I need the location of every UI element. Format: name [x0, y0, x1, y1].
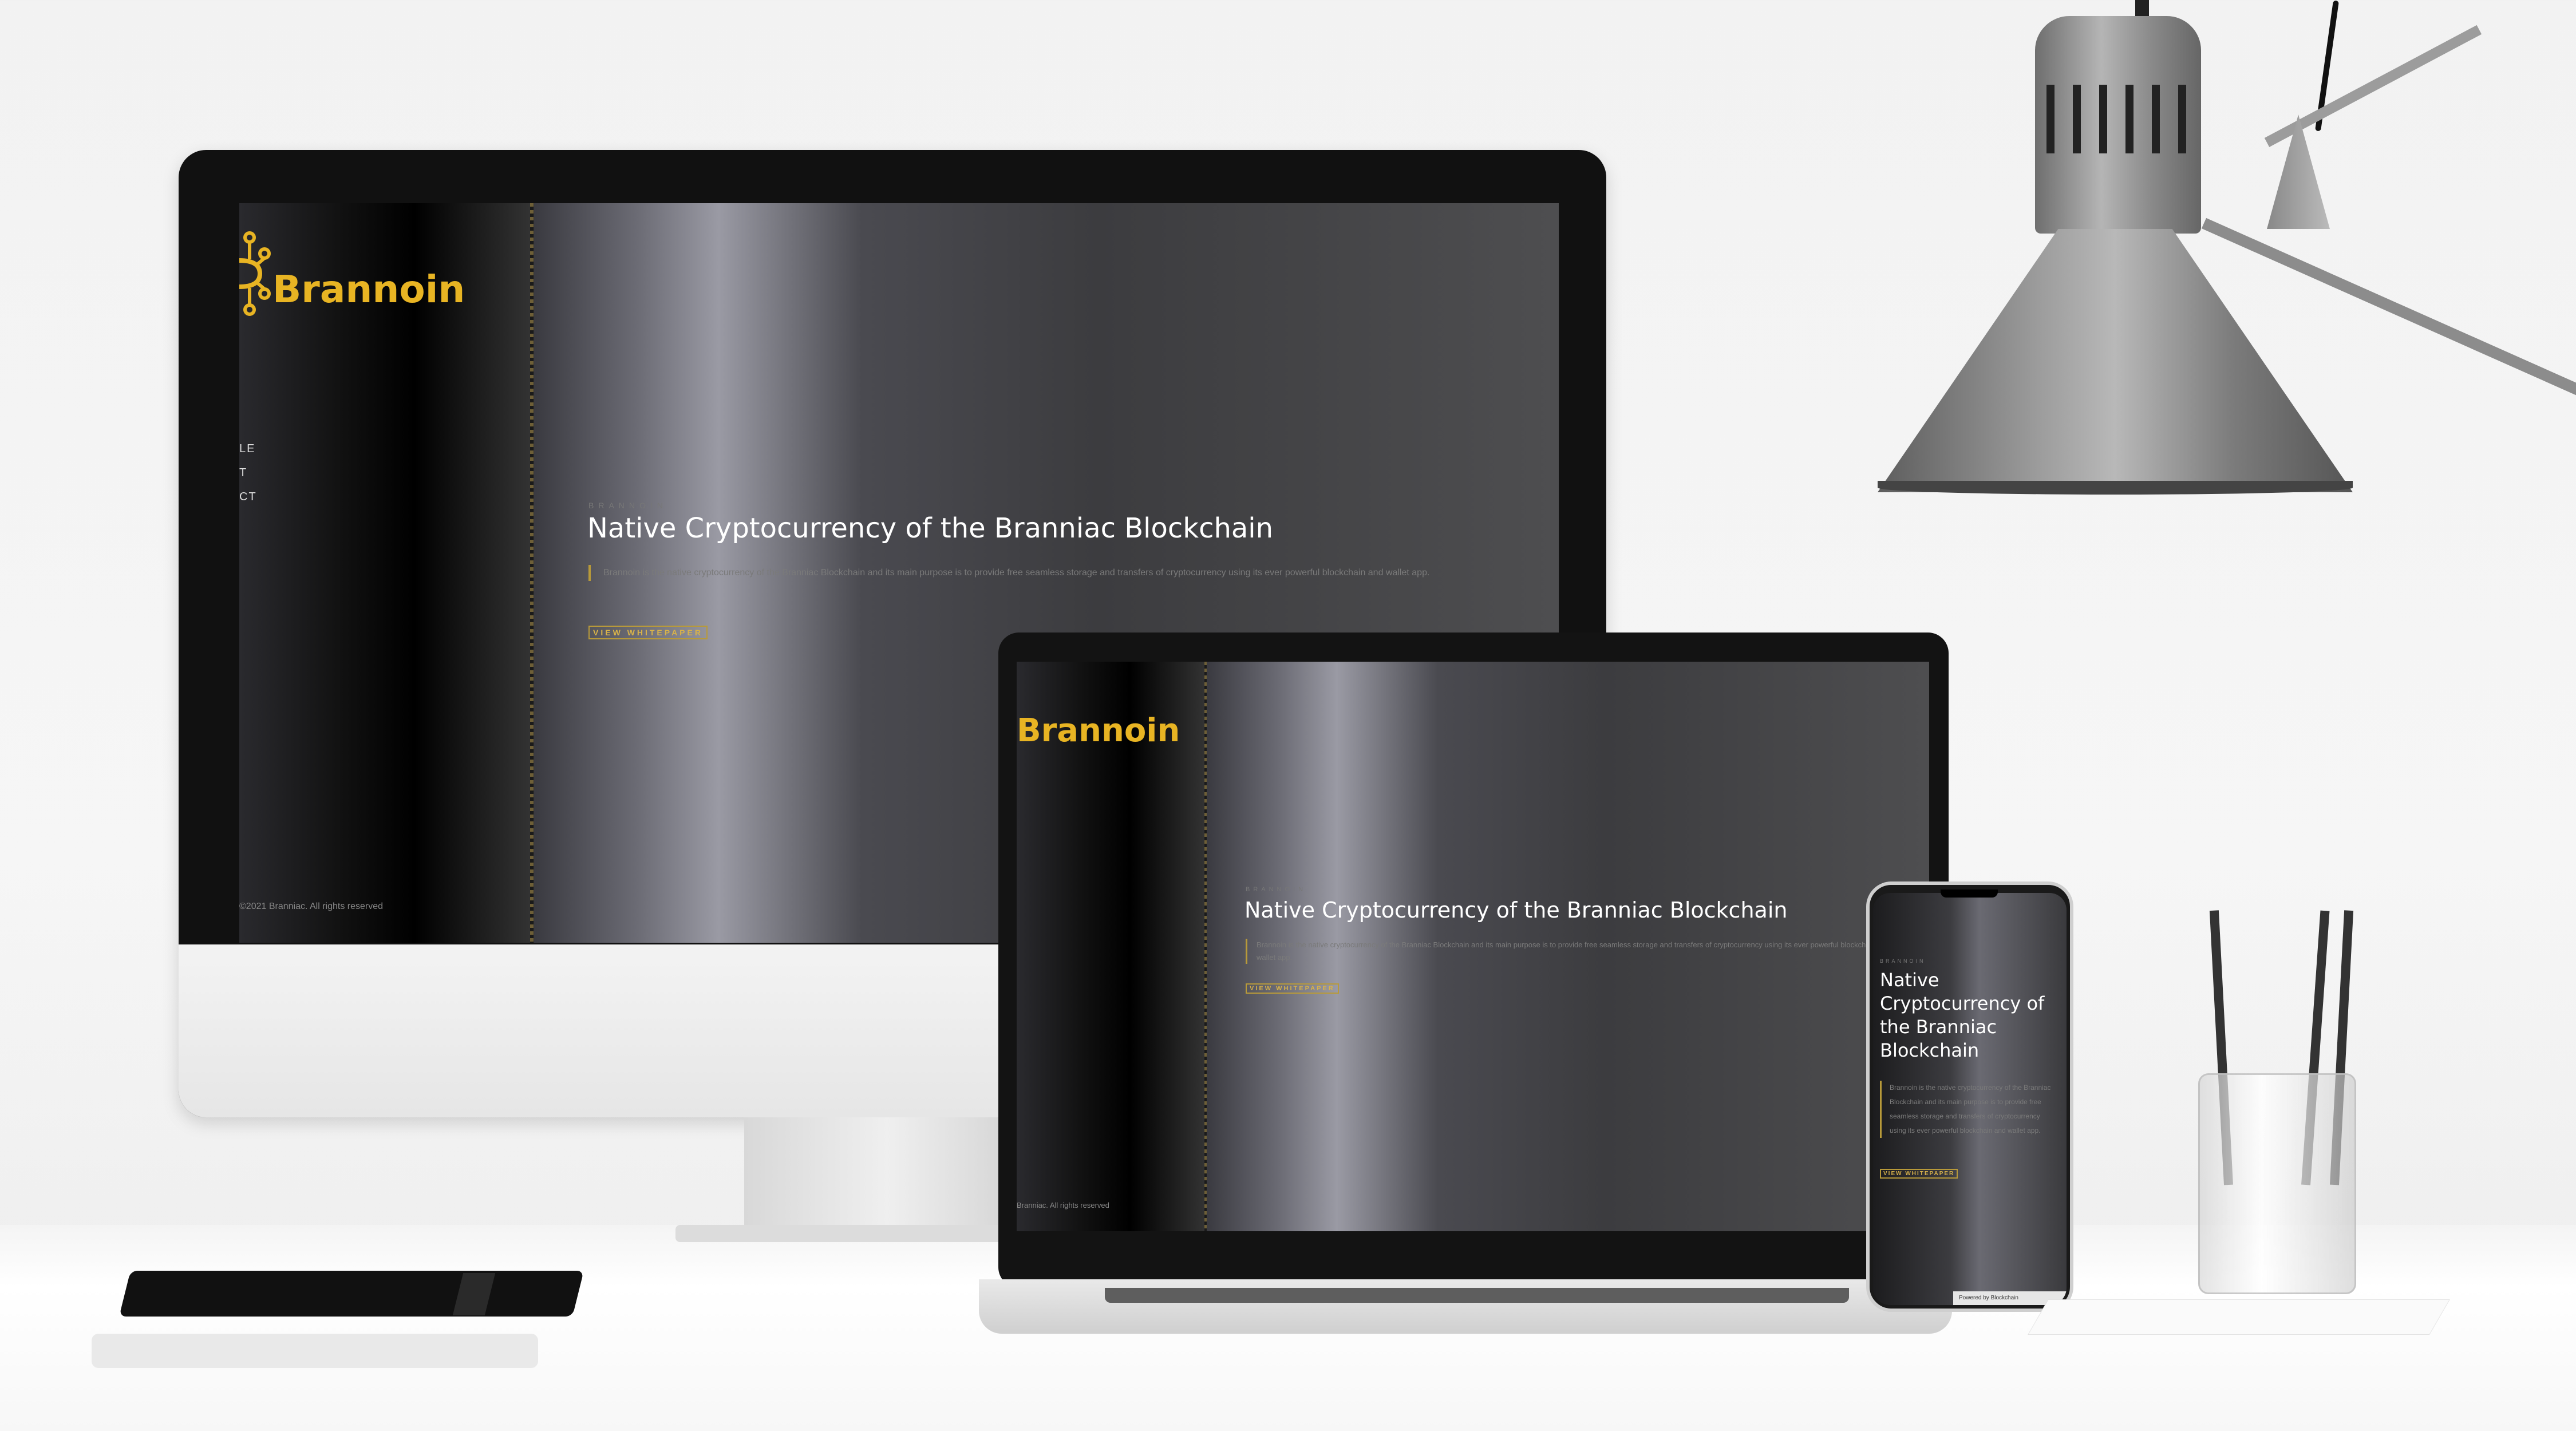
view-whitepaper-button[interactable]: VIEW WHITEPAPER [588, 626, 708, 639]
phone-notch [1941, 890, 1998, 898]
nav-item-3[interactable]: CT [239, 491, 257, 504]
hero-description: Brannoin is the native cryptocurrency of… [588, 565, 1559, 581]
copyright: ©2021 Branniac. All rights reserved [239, 902, 384, 911]
hero-description: Brannoin is the native cryptocurrency of… [1880, 1081, 2056, 1138]
pen-jar [2198, 1073, 2356, 1294]
phone-screen: BRANNOIN Native Cryptocurrency of the Br… [1873, 893, 2067, 1305]
lamp-rim [1878, 481, 2353, 495]
hero-eyebrow: BRANNOIN [1880, 958, 1926, 964]
hero-eyebrow: BRANNOIN [1246, 886, 1307, 893]
paper-sheet [2028, 1299, 2450, 1335]
view-whitepaper-button[interactable]: VIEW WHITEPAPER [1880, 1169, 1958, 1179]
notebook [119, 1271, 584, 1317]
nav-item-1[interactable]: LE [239, 442, 255, 456]
hero-headline: Native Cryptocurrency of the Branniac Bl… [1244, 898, 1788, 923]
laptop-screen: Brannoin Branniac. All rights reserved B… [1017, 662, 1929, 1231]
headline-line-3: the Branniac [1880, 1016, 1997, 1038]
copyright: Branniac. All rights reserved [1017, 1201, 1109, 1209]
brand-name[interactable]: Brannoin [1017, 712, 1180, 749]
headline-line-2: Cryptocurrency of [1880, 993, 2045, 1014]
nav-item-2[interactable]: T [239, 467, 247, 480]
sidebar-divider [530, 203, 534, 943]
lamp-shade [1878, 229, 2353, 492]
headline-line-4: Blockchain [1880, 1039, 1980, 1061]
hero-eyebrow: BRANNOIN [588, 501, 667, 510]
website-laptop: Brannoin Branniac. All rights reserved B… [1017, 662, 1929, 1231]
notebook-shadow [92, 1334, 538, 1368]
website-mobile: BRANNOIN Native Cryptocurrency of the Br… [1873, 893, 2067, 1305]
sidebar [239, 203, 531, 943]
view-whitepaper-button[interactable]: VIEW WHITEPAPER [1246, 983, 1339, 994]
hero-description: Brannoin is the native cryptocurrency of… [1246, 939, 1898, 964]
brand-name[interactable]: Brannoin [272, 267, 465, 311]
monitor-stand [744, 1117, 1030, 1232]
headline-line-1: Native [1880, 969, 1939, 991]
hero-headline: Native Cryptocurrency of the Branniac Bl… [1880, 969, 2063, 1062]
hero-headline: Native Cryptocurrency of the Branniac Bl… [587, 512, 1274, 544]
lamp-cap [2035, 16, 2201, 234]
laptop-keyboard-edge [1105, 1288, 1849, 1303]
